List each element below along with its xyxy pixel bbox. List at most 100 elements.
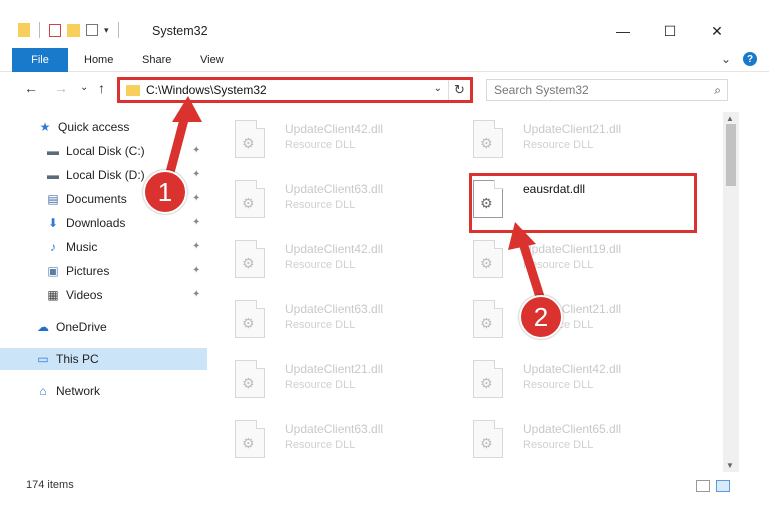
large-icons-view-icon[interactable] [716,480,730,492]
sidebar-item[interactable]: ⬇ Downloads ✦ [0,212,207,234]
gear-icon: ⚙ [242,195,255,211]
vertical-scrollbar[interactable]: ▲ ▼ [723,112,739,472]
pictures-icon: ▣ [47,264,59,278]
search-input[interactable]: Search System32 [494,83,589,97]
file-item[interactable]: ⚙ UpdateClient63.dll Resource DLL [211,294,411,342]
sidebar-item[interactable]: ⌂ Network [0,380,207,402]
file-type: Resource DLL [285,259,356,271]
properties-icon[interactable] [49,23,61,37]
scroll-down-icon[interactable]: ▼ [726,461,734,470]
up-button[interactable]: ↑ [98,80,105,96]
search-box[interactable]: Search System32 ⌕ [486,79,728,101]
pin-icon[interactable]: ✦ [192,289,200,300]
file-type: Resource DLL [523,139,594,151]
file-type: Resource DLL [523,439,594,451]
sidebar-item[interactable]: ★ Quick access [0,116,207,138]
navigation-bar: ← → ⌄ ↑ C:\Windows\System32 ⌄ ↻ Search S… [0,72,769,108]
tab-file[interactable]: File [12,48,68,72]
item-count: 174 items [26,479,74,491]
ribbon-controls: ⌄ ? [721,52,757,66]
expand-ribbon-icon[interactable]: ⌄ [721,52,731,66]
sidebar-item-label: Quick access [58,120,130,134]
pin-icon[interactable]: ✦ [192,265,200,276]
file-type: Resource DLL [523,379,594,391]
details-view-icon[interactable] [696,480,710,492]
window-title: System32 [152,24,208,38]
refresh-button[interactable]: ↻ [448,80,470,100]
tab-view[interactable]: View [200,48,224,72]
back-button[interactable]: ← [24,80,38,96]
network-icon: ⌂ [39,384,47,398]
sidebar-item-label: Local Disk (D:) [66,168,145,182]
file-item[interactable]: ⚙ UpdateClient21.dll Resource DLL [211,354,411,402]
sidebar-item-label: OneDrive [56,320,107,334]
gear-icon: ⚙ [480,255,493,271]
recent-locations-button[interactable]: ⌄ [80,82,88,93]
gear-icon: ⚙ [242,315,255,331]
dll-file-icon: ⚙ [235,240,265,278]
file-item[interactable]: ⚙ UpdateClient42.dll Resource DLL [211,114,411,162]
pin-icon[interactable]: ✦ [192,217,200,228]
gear-icon: ⚙ [242,135,255,151]
scroll-thumb[interactable] [726,124,736,186]
pin-icon[interactable]: ✦ [192,193,200,204]
search-icon[interactable]: ⌕ [714,83,721,98]
qat-dropdown-icon[interactable]: ▾ [104,25,109,36]
dll-file-icon: ⚙ [235,120,265,158]
sidebar-item-label: This PC [56,352,99,366]
sidebar-item[interactable]: ▭ This PC [0,348,207,370]
file-item[interactable]: ⚙ UpdateClient21.dll Resource DLL [449,114,649,162]
pin-icon[interactable]: ✦ [192,241,200,252]
maximize-button[interactable]: ☐ [647,18,693,44]
close-button[interactable]: ✕ [694,18,740,44]
sidebar-item[interactable]: ▣ Pictures ✦ [0,260,207,282]
file-name: UpdateClient42.dll [285,242,384,256]
forward-button[interactable]: → [54,80,68,96]
sidebar-item[interactable]: ▬ Local Disk (C:) ✦ [0,140,207,162]
file-item[interactable]: ⚙ UpdateClient42.dll Resource DLL [449,354,649,402]
quick-access-toolbar: ▾ [18,22,122,38]
new-folder-icon[interactable] [67,23,80,37]
pin-icon[interactable]: ✦ [192,145,200,156]
highlight-box [469,173,697,233]
gear-icon: ⚙ [480,315,493,331]
tab-home[interactable]: Home [84,48,113,72]
gear-icon: ⚙ [480,435,493,451]
sidebar-item-label: Documents [66,192,127,206]
videos-icon: ▦ [47,288,59,302]
sidebar-item-label: Downloads [66,216,126,230]
address-dropdown-icon[interactable]: ⌄ [434,83,442,94]
tab-share[interactable]: Share [142,48,171,72]
scroll-up-icon[interactable]: ▲ [726,114,734,123]
cloud-icon: ☁ [37,320,49,334]
help-icon[interactable]: ? [743,52,757,66]
dll-file-icon: ⚙ [473,420,503,458]
file-list: ⚙ UpdateClient42.dll Resource DLL ⚙ UpdateCl… [207,112,723,472]
gear-icon: ⚙ [480,375,493,391]
toolbar-divider [39,22,40,38]
sidebar-item[interactable]: ☁ OneDrive [0,316,207,338]
address-bar[interactable]: C:\Windows\System32 ⌄ ↻ [117,77,473,103]
address-path[interactable]: C:\Windows\System32 [146,83,267,97]
computer-icon: ▭ [37,352,49,366]
file-item[interactable]: ⚙ UpdateClient63.dll Resource DLL [211,414,411,462]
file-item[interactable]: ⚙ UpdateClient42.dll Resource DLL [211,234,411,282]
file-item[interactable]: ⚙ UpdateClient19.dll Resource DLL [449,234,649,282]
file-item[interactable]: ⚙ UpdateClient63.dll Resource DLL [211,174,411,222]
file-item[interactable]: ⚙ UpdateClient65.dll Resource DLL [449,414,649,462]
star-icon: ★ [39,120,51,134]
folder-icon [18,23,30,37]
drive-icon: ▬ [47,168,59,182]
minimize-button[interactable]: — [600,18,646,44]
sidebar-item[interactable]: ♪ Music ✦ [0,236,207,258]
sidebar-item[interactable]: ▦ Videos ✦ [0,284,207,306]
download-icon: ⬇ [47,216,59,230]
file-name: UpdateClient63.dll [285,422,384,436]
title-bar: ▾ System32 — ☐ ✕ [0,0,769,44]
sidebar-item-label: Pictures [66,264,110,278]
file-name: UpdateClient21.dll [523,122,622,136]
drive-icon: ▬ [47,144,59,158]
pin-icon[interactable]: ✦ [192,169,200,180]
dll-file-icon: ⚙ [473,120,503,158]
customize-toolbar-icon[interactable] [86,24,98,36]
